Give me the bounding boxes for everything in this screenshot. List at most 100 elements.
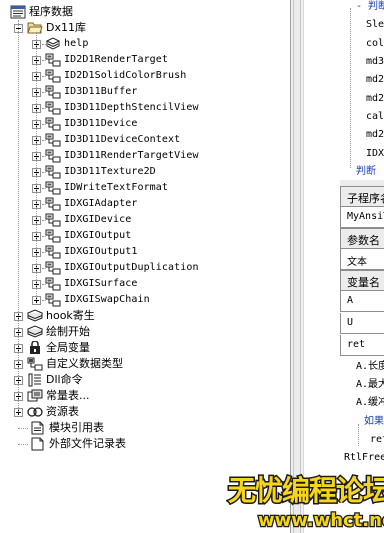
global-variable-icon — [27, 341, 43, 355]
tree-connector — [42, 172, 46, 173]
tree-folder-dx11[interactable]: Dx11库 — [14, 20, 86, 36]
tree-connector — [42, 44, 46, 45]
code-keyword[interactable]: 如果 — [364, 416, 384, 428]
tree-item-label: 外部文件记录表 — [49, 437, 126, 450]
code-keyword[interactable]: - 判断 — [356, 1, 384, 13]
watermark-logo: 无忧编程论坛 www.whct.net — [227, 473, 384, 533]
tree-item-idxgisurface[interactable]: IDXGISurface — [32, 276, 137, 292]
code-line[interactable]: RtlFree — [344, 452, 384, 464]
tree-connector — [42, 300, 46, 301]
tree-item-id3d11buffer[interactable]: ID3D11Buffer — [32, 84, 137, 100]
tree-item-resource-table[interactable]: 资源表 — [14, 404, 79, 420]
tree-item-dll-command[interactable]: Dll命令 — [14, 372, 83, 388]
tree-connector — [42, 92, 46, 93]
tree-item-id2d1rendertarget[interactable]: ID2D1RenderTarget — [32, 52, 168, 68]
tree-item-idxgioutput[interactable]: IDXGIOutput — [32, 228, 131, 244]
tree-item-label: 绘制开始 — [46, 325, 90, 338]
tree-item-label: ID3D11DepthStencilView — [64, 102, 199, 113]
tree-connector — [42, 284, 46, 285]
tree-item-label: hook寄生 — [46, 309, 95, 322]
tree-connector — [42, 220, 46, 221]
forum-watermark: 无忧编程论坛 www.whct.net — [226, 466, 384, 533]
code-line[interactable]: md3 — [366, 56, 384, 68]
external-file-icon — [30, 437, 46, 451]
resource-table-icon — [27, 405, 43, 419]
param-name-cell[interactable]: 文本 — [340, 249, 384, 270]
code-line[interactable]: Sle — [366, 19, 384, 31]
scrollbar-thumb[interactable] — [293, 0, 301, 533]
code-line[interactable]: md2 — [366, 74, 384, 86]
program-data-tree: 程序数据 Dx11库 help ID2D1RenderTarget ID2D1Solid… — [0, 0, 290, 533]
tree-item-idxgiadapter[interactable]: IDXGIAdapter — [32, 196, 137, 212]
code-line[interactable]: col — [366, 38, 384, 50]
variable-name-cell[interactable]: ret — [340, 335, 384, 356]
tree-item-custom-type[interactable]: 自定义数据类型 — [14, 356, 123, 372]
tree-item-global-variable[interactable]: 全局变量 — [14, 340, 90, 356]
tree-item-id3d11texture2d[interactable]: ID3D11Texture2D — [32, 164, 156, 180]
subroutine-name-cell[interactable]: MyAnsiT — [340, 207, 384, 228]
code-line[interactable]: md2 — [366, 129, 384, 141]
variable-name-cell[interactable]: U — [340, 313, 384, 334]
code-keyword[interactable]: 判断 — [356, 166, 376, 178]
tree-connector — [42, 268, 46, 269]
tree-item-label: Dll命令 — [46, 373, 83, 386]
tree-item-module-book[interactable]: hook寄生 — [14, 308, 95, 324]
class-module-icon — [45, 293, 61, 307]
tree-item-idxgioutputduplication[interactable]: IDXGIOutputDuplication — [32, 260, 199, 276]
custom-type-icon — [27, 357, 43, 371]
class-module-icon — [45, 149, 61, 163]
tree-item-id2d1solidcolorbrush[interactable]: ID2D1SolidColorBrush — [32, 68, 186, 84]
tree-item-external-file[interactable]: 外部文件记录表 — [30, 436, 126, 452]
tree-item-label: 资源表 — [46, 405, 79, 418]
tree-item-label: IDXGIOutputDuplication — [64, 262, 199, 273]
tree-item-module-reference[interactable]: 模块引用表 — [30, 420, 104, 436]
module-reference-icon — [30, 421, 46, 435]
tree-item-label: IDXGIDevice — [64, 214, 132, 225]
tree-item-label: ID3D11Texture2D — [64, 166, 156, 177]
class-module-icon — [45, 69, 61, 83]
tree-item-help[interactable]: help — [32, 36, 88, 52]
tree-connector — [42, 76, 46, 77]
tree-item-id3d11depthstencilview[interactable]: ID3D11DepthStencilView — [32, 100, 199, 116]
tree-connector — [18, 20, 19, 412]
code-line[interactable]: A.缓冲区 — [356, 397, 384, 409]
code-line[interactable]: cal — [366, 111, 384, 123]
class-module-icon — [45, 213, 61, 227]
tree-scrollbar[interactable] — [290, 0, 304, 533]
tree-connector — [42, 204, 46, 205]
code-line[interactable]: ret — [370, 434, 384, 446]
class-module-icon — [45, 277, 61, 291]
tree-item-label: 模块引用表 — [49, 421, 104, 434]
code-line[interactable]: A.最大长 — [356, 379, 384, 391]
tree-connector — [42, 252, 46, 253]
variable-name-cell[interactable]: A — [340, 291, 384, 312]
tree-connector — [42, 236, 46, 237]
tree-item-label: IDWriteTextFormat — [64, 182, 169, 193]
open-folder-icon — [27, 21, 43, 35]
code-line[interactable]: md2 — [366, 93, 384, 105]
tree-item-idxgioutput1[interactable]: IDXGIOutput1 — [32, 244, 137, 260]
tree-item-id3d11devicecontext[interactable]: ID3D11DeviceContext — [32, 132, 180, 148]
class-module-icon — [45, 229, 61, 243]
tree-item-module-book[interactable]: 绘制开始 — [14, 324, 90, 340]
tree-connector — [18, 444, 28, 445]
tree-item-idwritetextformat[interactable]: IDWriteTextFormat — [32, 180, 168, 196]
code-line[interactable]: IDX — [366, 148, 384, 160]
watermark-title: 无忧编程论坛 — [228, 474, 384, 507]
tree-root-program-data[interactable]: 程序数据 — [10, 4, 73, 20]
tree-connector — [36, 32, 37, 300]
tree-connector — [42, 156, 46, 157]
tree-item-label: ID3D11Device — [64, 118, 138, 129]
tree-item-label: 常量表... — [46, 389, 90, 402]
code-editor-panel[interactable]: - 判断 Sle col md3 md2 md2 cal md2 IDX 判断子程序名MyAnsi… — [304, 0, 384, 533]
tree-item-id3d11rendertargetview[interactable]: ID3D11RenderTargetView — [32, 148, 199, 164]
dll-command-icon — [27, 373, 43, 387]
code-line[interactable]: A.长度 — [356, 361, 384, 373]
tree-item-idxgidevice[interactable]: IDXGIDevice — [32, 212, 131, 228]
tree-connector — [42, 140, 46, 141]
tree-item-idxgiswapchain[interactable]: IDXGISwapChain — [32, 292, 150, 308]
tree-item-label: 程序数据 — [29, 5, 73, 18]
tree-item-label: ID3D11RenderTargetView — [64, 150, 199, 161]
tree-item-constant-table[interactable]: 常量表... — [14, 388, 90, 404]
tree-item-id3d11device[interactable]: ID3D11Device — [32, 116, 137, 132]
